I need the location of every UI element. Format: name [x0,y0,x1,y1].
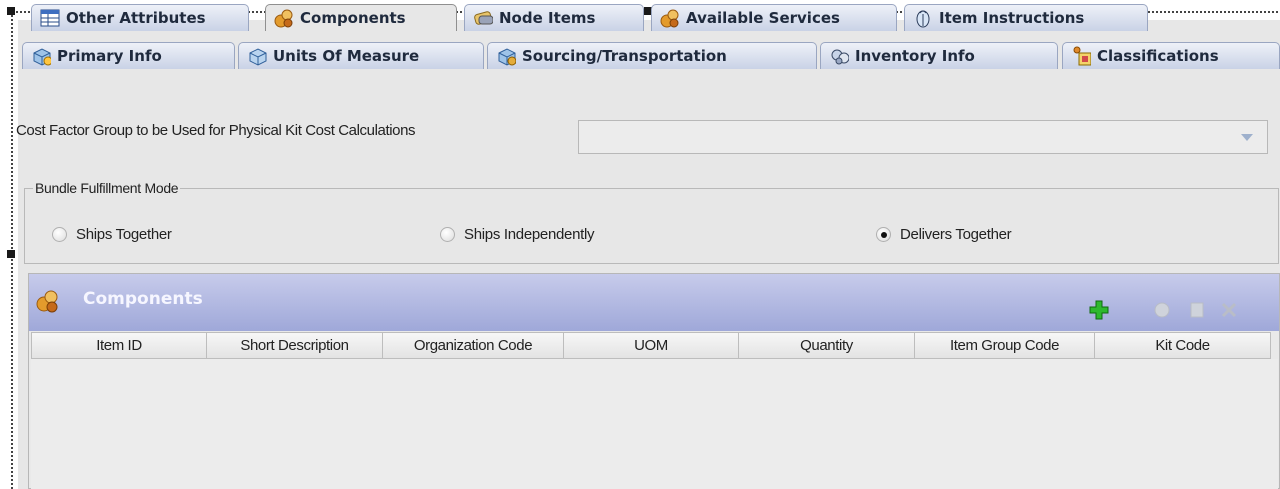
sourcing-icon [496,46,516,66]
add-icon[interactable] [1089,300,1109,320]
cost-factor-label: Cost Factor Group to be Used for Physica… [16,122,416,139]
components-icon [274,8,294,28]
radio-delivers-together[interactable]: Delivers Together [876,226,1012,243]
units-icon [247,46,267,66]
edit-icon[interactable] [1187,300,1207,320]
tab-inventory-info[interactable]: Inventory Info [820,42,1058,69]
tab-label: Sourcing/Transportation [522,47,727,65]
radio-label: Ships Independently [464,226,595,243]
services-icon [660,8,680,28]
resize-handle[interactable] [7,7,15,15]
tab-label: Available Services [686,9,840,27]
tab-label: Units Of Measure [273,47,420,65]
tab-label: Inventory Info [855,47,975,65]
tab-label: Classifications [1097,47,1219,65]
chevron-down-icon[interactable] [1241,134,1253,141]
components-header: Components [29,274,1279,331]
tab-classifications[interactable]: Classifications [1062,42,1280,69]
column-header-kit-code[interactable]: Kit Code [1095,332,1271,359]
column-header-organization-code[interactable]: Organization Code [383,332,564,359]
tab-label: Components [300,9,406,27]
primary-info-icon [31,46,51,66]
tab-node-items[interactable]: Node Items [464,4,644,31]
radio-label: Ships Together [76,226,172,243]
components-icon [35,288,61,318]
radio-button-icon[interactable] [52,227,67,242]
column-header-quantity[interactable]: Quantity [739,332,915,359]
tab-components[interactable]: Components [265,4,457,31]
components-table-header: Item ID Short Description Organization C… [31,332,1271,359]
column-header-uom[interactable]: UOM [564,332,739,359]
inventory-icon [829,46,849,66]
components-table-body[interactable] [31,359,1278,489]
table-icon [40,8,60,28]
tab-label: Item Instructions [939,9,1085,27]
tab-sourcing-transportation[interactable]: Sourcing/Transportation [487,42,817,69]
tab-units-of-measure[interactable]: Units Of Measure [238,42,484,69]
radio-ships-together[interactable]: Ships Together [52,226,172,243]
tab-label: Node Items [499,9,596,27]
delete-icon[interactable] [1219,300,1239,320]
components-panel: Components Item ID Short Description Org… [28,273,1280,489]
tab-label: Other Attributes [66,9,206,27]
tab-primary-info[interactable]: Primary Info [22,42,235,69]
radio-label: Delivers Together [900,226,1012,243]
column-header-item-group-code[interactable]: Item Group Code [915,332,1095,359]
node-items-icon [473,8,493,28]
tab-item-instructions[interactable]: Item Instructions [904,4,1148,31]
radio-button-selected-icon[interactable] [876,227,891,242]
instructions-icon [913,8,933,28]
tab-other-attributes[interactable]: Other Attributes [31,4,249,31]
column-header-item-id[interactable]: Item ID [31,332,207,359]
column-header-short-description[interactable]: Short Description [207,332,383,359]
classifications-icon [1071,46,1091,66]
components-title: Components [83,289,203,309]
bundle-fulfillment-legend: Bundle Fulfillment Mode [33,180,181,196]
cost-factor-select[interactable] [578,120,1268,154]
detail-icon[interactable] [1152,300,1172,320]
resize-handle[interactable] [7,250,15,258]
radio-ships-independently[interactable]: Ships Independently [440,226,595,243]
bundle-fulfillment-group [24,188,1279,264]
radio-button-icon[interactable] [440,227,455,242]
tab-label: Primary Info [57,47,162,65]
tab-available-services[interactable]: Available Services [651,4,897,31]
